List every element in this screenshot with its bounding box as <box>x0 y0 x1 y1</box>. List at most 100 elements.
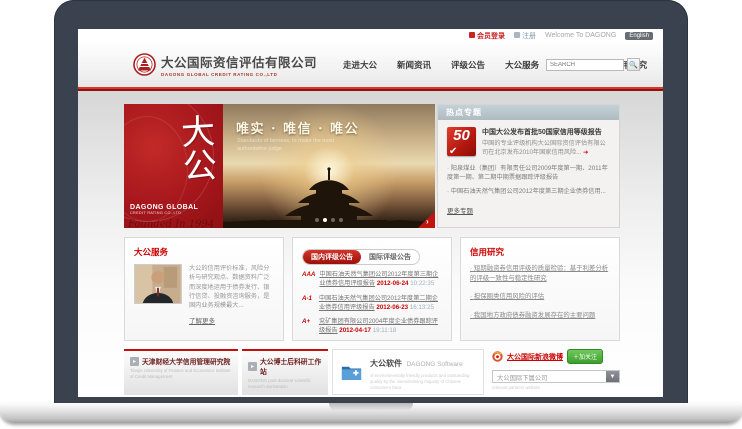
company-name-en: DAGONG GLOBAL CREDIT RATING CO.,LTD <box>161 72 317 77</box>
member-login-link[interactable]: 会员登录 <box>469 31 505 41</box>
more-arrow-icon: ➔ <box>583 149 588 156</box>
founded-text: Founded In 1994 <box>128 219 214 228</box>
laptop-mockup: 会员登录 注册 Welcome To DAGONG English 大 <box>0 0 742 429</box>
banner-row: 大公 DAGONG GLOBAL CREDIT RATING CO.,LTD F… <box>124 91 620 228</box>
partner-select-value: 大公国际下属公司 <box>493 371 606 382</box>
services-card: 大公服务 <box>124 237 284 341</box>
brand-card: 大公 DAGONG GLOBAL CREDIT RATING CO.,LTD F… <box>124 104 223 228</box>
dagong-calligraphy: 大公 <box>174 113 215 183</box>
hot-topic-link[interactable]: 中国石油天然气集团公司2012年度第三期企业债券信用... <box>447 187 610 197</box>
weibo-icon <box>492 351 503 362</box>
search-button[interactable]: 🔍 <box>627 58 640 71</box>
weibo-link[interactable]: 大公国际新浪微博 <box>507 352 563 362</box>
partner-box-postdoctoral[interactable]: ▸ 大公博士后科研工作站 DAGONG post-doctoral scient… <box>242 349 328 395</box>
carousel-dots <box>223 218 435 222</box>
announcement-row: A-1 中国石油天然气集团公司2012年度第二期企业债券信用评级报告 2012-… <box>302 294 442 313</box>
featured-topic-title[interactable]: 中国大公发布首批50国家信用等级报告 <box>482 127 610 137</box>
research-link[interactable]: 我国地方政府债券融资发展存在的主要问题 <box>470 311 610 321</box>
badge-50-icon: 50 ✔ <box>447 127 476 156</box>
welcome-text: Welcome To DAGONG <box>545 32 616 39</box>
services-title: 大公服务 <box>134 246 274 258</box>
announcements-card: 国内评级公告 国际评级公告 AAA 中国石油天然气集团公司2012年度第三期企业… <box>292 237 452 341</box>
chevron-down-icon: ▼ <box>606 371 619 382</box>
carousel-dot-active[interactable] <box>323 218 327 222</box>
dagong-logo-icon <box>133 53 156 76</box>
search-input[interactable] <box>546 59 624 71</box>
brand-name: DAGONG GLOBAL CREDIT RATING CO.,LTD <box>130 204 198 215</box>
logo-text: 大公国际资信评估有限公司 DAGONG GLOBAL CREDIT RATING… <box>161 52 317 77</box>
chevron-right-icon: › <box>426 217 429 226</box>
hot-topics-list: 阳泉煤业（集团）有限责任公司2009年度第一期、2011年度第一期、第二期中期票… <box>447 164 610 197</box>
member-icon <box>469 32 475 38</box>
partner-box-tianjin[interactable]: ▸ 天津财经大学信用管理研究院 Tianjin University of Fi… <box>124 349 238 395</box>
software-box[interactable]: 大公软件 DAGONG Software of environmentally … <box>332 349 484 395</box>
nav-item-services[interactable]: 大公服务 <box>505 59 539 71</box>
carousel-next-arrow[interactable]: › <box>418 211 435 228</box>
search-area: 🔍 <box>546 58 640 71</box>
weibo-box: 大公国际新浪微博 ＋加关注 大公国际下属公司 ▼ relevant partne… <box>492 349 620 395</box>
rating-grade: A-1 <box>302 294 315 313</box>
laptop-base <box>0 403 742 423</box>
banner-slogan-sub: Standards of fairness, to make the most … <box>237 137 347 154</box>
research-link[interactable]: 短期融资券信用评级的质量检验：基于利差分析的评级一致性与稳定性研究 <box>470 264 610 283</box>
banner-slogan: 唯实 · 唯信 · 唯公 <box>236 118 359 137</box>
announcement-time: 19:11:18 <box>373 327 397 334</box>
featured-topic-desc: 中国的专业评级机构大公国际资信评估有限公司在北京发布2010年国家信用风险...… <box>482 139 610 158</box>
laptop-base-notch <box>329 403 413 411</box>
services-text: 大公的信用评价标准，风险分析与研究观点、数据资料广泛而深度地运用于债券发行、银行… <box>189 264 274 310</box>
carousel-dot[interactable] <box>331 218 335 222</box>
research-card: 信用研究 短期融资券信用评级的质量检验：基于利差分析的评级一致性与稳定性研究 担… <box>460 237 620 341</box>
hot-topics-panel: 热点专题 50 ✔ 中国大公发布首批50国家信用等级报告 中国 <box>437 104 620 228</box>
laptop-screen-bezel: 会员登录 注册 Welcome To DAGONG English 大 <box>54 0 688 404</box>
checkmark-icon: ✔ <box>449 146 457 157</box>
nav-item-news[interactable]: 新闻资讯 <box>397 59 431 71</box>
weibo-follow-button[interactable]: ＋加关注 <box>567 349 603 364</box>
announcement-time: 16:13:25 <box>410 304 434 311</box>
register-link[interactable]: 注册 <box>514 31 536 41</box>
carousel-dot[interactable] <box>339 218 343 222</box>
announcement-row: AAA 中国石油天然气集团公司2012年度第三期企业债券信用评级报告 2012-… <box>302 270 442 289</box>
more-topics-link[interactable]: 更多专题 <box>447 205 473 215</box>
announcement-tabs: 国内评级公告 国际评级公告 <box>302 249 420 265</box>
announcement-date: 2012-06-24 <box>377 280 409 287</box>
hot-topic-link[interactable]: 阳泉煤业（集团）有限责任公司2009年度第一期、2011年度第一期、第二期中期票… <box>447 164 610 183</box>
hot-topics-title: 热点专题 <box>438 105 619 120</box>
tab-international-ratings[interactable]: 国际评级公告 <box>361 250 419 264</box>
research-title: 信用研究 <box>470 246 610 258</box>
announcement-time: 10:22:35 <box>410 280 434 287</box>
cards-row: 大公服务 <box>124 237 620 341</box>
nav-item-about[interactable]: 走进大公 <box>343 59 377 71</box>
company-name-cn: 大公国际资信评估有限公司 <box>161 52 317 71</box>
services-more-link[interactable]: 了解更多 <box>189 315 215 325</box>
announcement-date: 2012-04-17 <box>339 327 371 334</box>
rating-grade: AAA <box>302 270 315 289</box>
site-body: 大公 DAGONG GLOBAL CREDIT RATING CO.,LTD F… <box>78 91 663 397</box>
announcement-row: A+ 兖矿集团有限公司2004年度企业债券跟踪评级报告 2012-04-17 1… <box>302 317 442 336</box>
footer-row: ▸ 天津财经大学信用管理研究院 Tianjin University of Fi… <box>124 349 620 395</box>
partner-select-dropdown[interactable]: 大公国际下属公司 ▼ <box>492 370 620 383</box>
nav-item-rating-announcements[interactable]: 评级公告 <box>451 59 485 71</box>
thumbnail-icon: ▸ <box>130 357 139 366</box>
software-folder-icon <box>341 362 362 382</box>
rating-grade: A+ <box>302 317 315 336</box>
announcement-date: 2012-06-23 <box>376 304 408 311</box>
tab-domestic-ratings[interactable]: 国内评级公告 <box>303 250 361 264</box>
software-title-en: DAGONG Software <box>406 361 462 368</box>
website-viewport: 会员登录 注册 Welcome To DAGONG English 大 <box>78 29 663 397</box>
register-icon <box>514 32 520 38</box>
software-title: 大公软件 <box>370 359 402 368</box>
carousel-slide[interactable]: 唯实 · 唯信 · 唯公 Standards of fairness, to m… <box>223 104 435 228</box>
research-link[interactable]: 担保圈类信用风险的评估 <box>470 292 610 302</box>
topbar: 会员登录 注册 Welcome To DAGONG English <box>78 29 663 42</box>
software-desc: of environmentally friendly products and… <box>370 373 475 391</box>
featured-topic: 50 ✔ 中国大公发布首批50国家信用等级报告 中国的专业评级机构大公国际资信评… <box>447 127 610 158</box>
site-header: 大公国际资信评估有限公司 DAGONG GLOBAL CREDIT RATING… <box>78 42 663 87</box>
hot-topics-body: 50 ✔ 中国大公发布首批50国家信用等级报告 中国的专业评级机构大公国际资信评… <box>438 120 619 218</box>
partner-select-note: relevant partners website <box>492 385 620 390</box>
english-language-button[interactable]: English <box>625 32 653 40</box>
magnifier-icon: 🔍 <box>629 61 638 69</box>
thumbnail-icon: ▸ <box>248 362 257 371</box>
businessman-photo <box>134 264 182 304</box>
carousel-dot[interactable] <box>315 218 319 222</box>
logo[interactable]: 大公国际资信评估有限公司 DAGONG GLOBAL CREDIT RATING… <box>133 52 317 77</box>
